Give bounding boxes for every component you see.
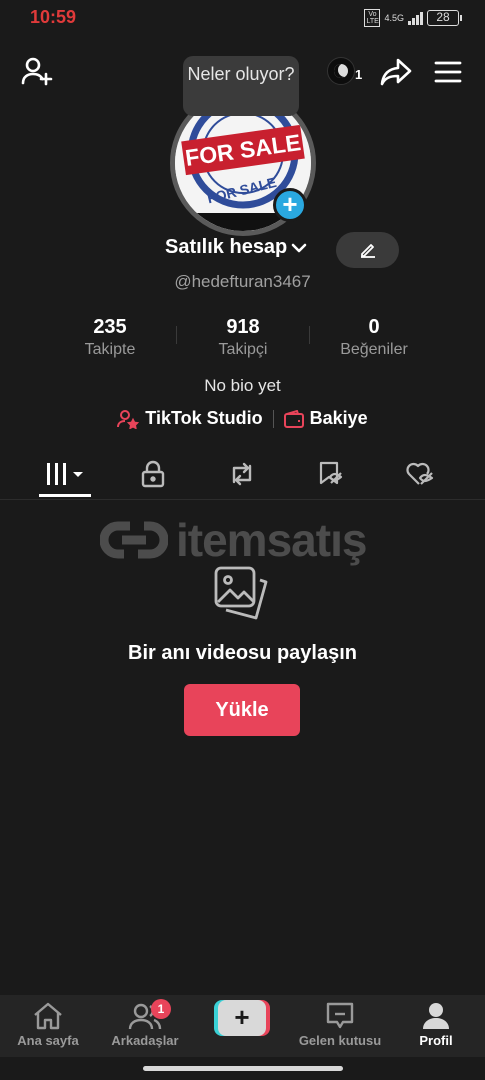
profile-icon xyxy=(423,1003,449,1029)
nav-profile[interactable]: Profil xyxy=(386,1001,485,1048)
tab-videos[interactable] xyxy=(40,458,90,490)
profile-stats: 235 Takipte 918 Takipçi 0 Beğeniler xyxy=(0,316,485,366)
watermark-text: itemsatış xyxy=(176,514,367,566)
active-tab-indicator xyxy=(39,494,91,497)
nav-label: Ana sayfa xyxy=(17,1033,79,1048)
grid-icon xyxy=(47,463,83,485)
add-friend-icon[interactable] xyxy=(20,56,54,88)
profile-name: Satılık hesap xyxy=(165,236,288,258)
photos-icon xyxy=(212,564,272,624)
friends-badge: 1 xyxy=(151,999,171,1019)
create-button[interactable]: + xyxy=(214,1000,270,1036)
status-time: 10:59 xyxy=(30,7,77,27)
divider xyxy=(176,326,177,344)
inbox-icon xyxy=(326,1002,354,1029)
stat-likes[interactable]: 0 Beğeniler xyxy=(314,316,434,359)
edit-profile-button[interactable] xyxy=(336,232,399,268)
signal-icon xyxy=(408,11,423,25)
watermark: itemsatış xyxy=(100,512,390,568)
bookmark-hidden-icon xyxy=(319,461,343,485)
stat-value: 918 xyxy=(226,316,260,338)
stat-label: Beğeniler xyxy=(340,341,408,358)
content-tabs xyxy=(0,450,485,500)
profile-links: TikTok Studio Bakiye xyxy=(0,408,485,429)
stat-value: 0 xyxy=(368,316,380,338)
nav-label: Arkadaşlar xyxy=(111,1033,179,1048)
nav-friends[interactable]: 1 Arkadaşlar xyxy=(95,999,195,1048)
tab-reposts[interactable] xyxy=(217,458,267,490)
divider xyxy=(272,409,274,428)
stat-label: Takipçi xyxy=(218,341,268,358)
pencil-icon xyxy=(360,244,375,258)
empty-state-title: Bir anı videosu paylaşın xyxy=(128,642,357,664)
volte-icon: Vo LTE xyxy=(364,9,381,27)
username: @hedefturan3467 xyxy=(174,272,311,291)
wallet-icon xyxy=(283,409,304,428)
stat-followers[interactable]: 918 Takipçi xyxy=(183,316,303,359)
status-bar: 10:59 Vo LTE 4.5G 28 xyxy=(0,0,485,36)
lock-icon xyxy=(141,460,165,488)
tab-private[interactable] xyxy=(128,458,178,490)
award-count: 1 xyxy=(355,67,363,82)
tab-liked[interactable] xyxy=(396,458,446,490)
nav-home[interactable]: Ana sayfa xyxy=(0,1001,98,1048)
watermark-logo-icon xyxy=(100,521,168,559)
home-icon xyxy=(34,1002,62,1030)
add-avatar-icon[interactable]: + xyxy=(273,188,307,222)
nav-label: Profil xyxy=(419,1033,453,1048)
award-icon[interactable]: 1 xyxy=(327,57,363,87)
nav-label: Gelen kutusu xyxy=(298,1033,382,1048)
tooltip: Neler oluyor? xyxy=(183,56,299,116)
stat-label: Takipte xyxy=(84,341,136,358)
stat-following[interactable]: 235 Takipte xyxy=(50,316,170,359)
plus-icon: + xyxy=(218,1000,266,1036)
share-icon[interactable] xyxy=(380,57,412,87)
stat-value: 235 xyxy=(93,316,127,338)
chevron-down-icon xyxy=(291,243,307,252)
studio-label: TikTok Studio xyxy=(145,408,263,428)
studio-icon xyxy=(117,409,140,429)
network-type: 4.5G xyxy=(384,13,404,23)
divider xyxy=(309,326,310,344)
balance-label: Bakiye xyxy=(309,408,368,428)
status-icons: Vo LTE 4.5G 28 xyxy=(364,9,462,27)
tab-favorites[interactable] xyxy=(306,458,356,490)
battery-icon: 28 xyxy=(427,10,462,26)
tiktok-studio-link[interactable]: TikTok Studio xyxy=(117,408,263,429)
heart-hidden-icon xyxy=(406,462,434,485)
home-indicator[interactable] xyxy=(143,1066,343,1071)
menu-icon[interactable] xyxy=(434,60,462,84)
bio-text[interactable]: No bio yet xyxy=(0,376,485,396)
moon-badge-icon xyxy=(327,57,355,85)
upload-button[interactable]: Yükle xyxy=(184,684,300,736)
nav-inbox[interactable]: Gelen kutusu xyxy=(290,1001,390,1048)
bottom-nav: Ana sayfa 1 Arkadaşlar + Gelen kutusu Pr… xyxy=(0,995,485,1057)
balance-link[interactable]: Bakiye xyxy=(283,408,368,429)
account-switcher[interactable]: Satılık hesap xyxy=(165,236,307,259)
repost-icon xyxy=(232,462,252,486)
